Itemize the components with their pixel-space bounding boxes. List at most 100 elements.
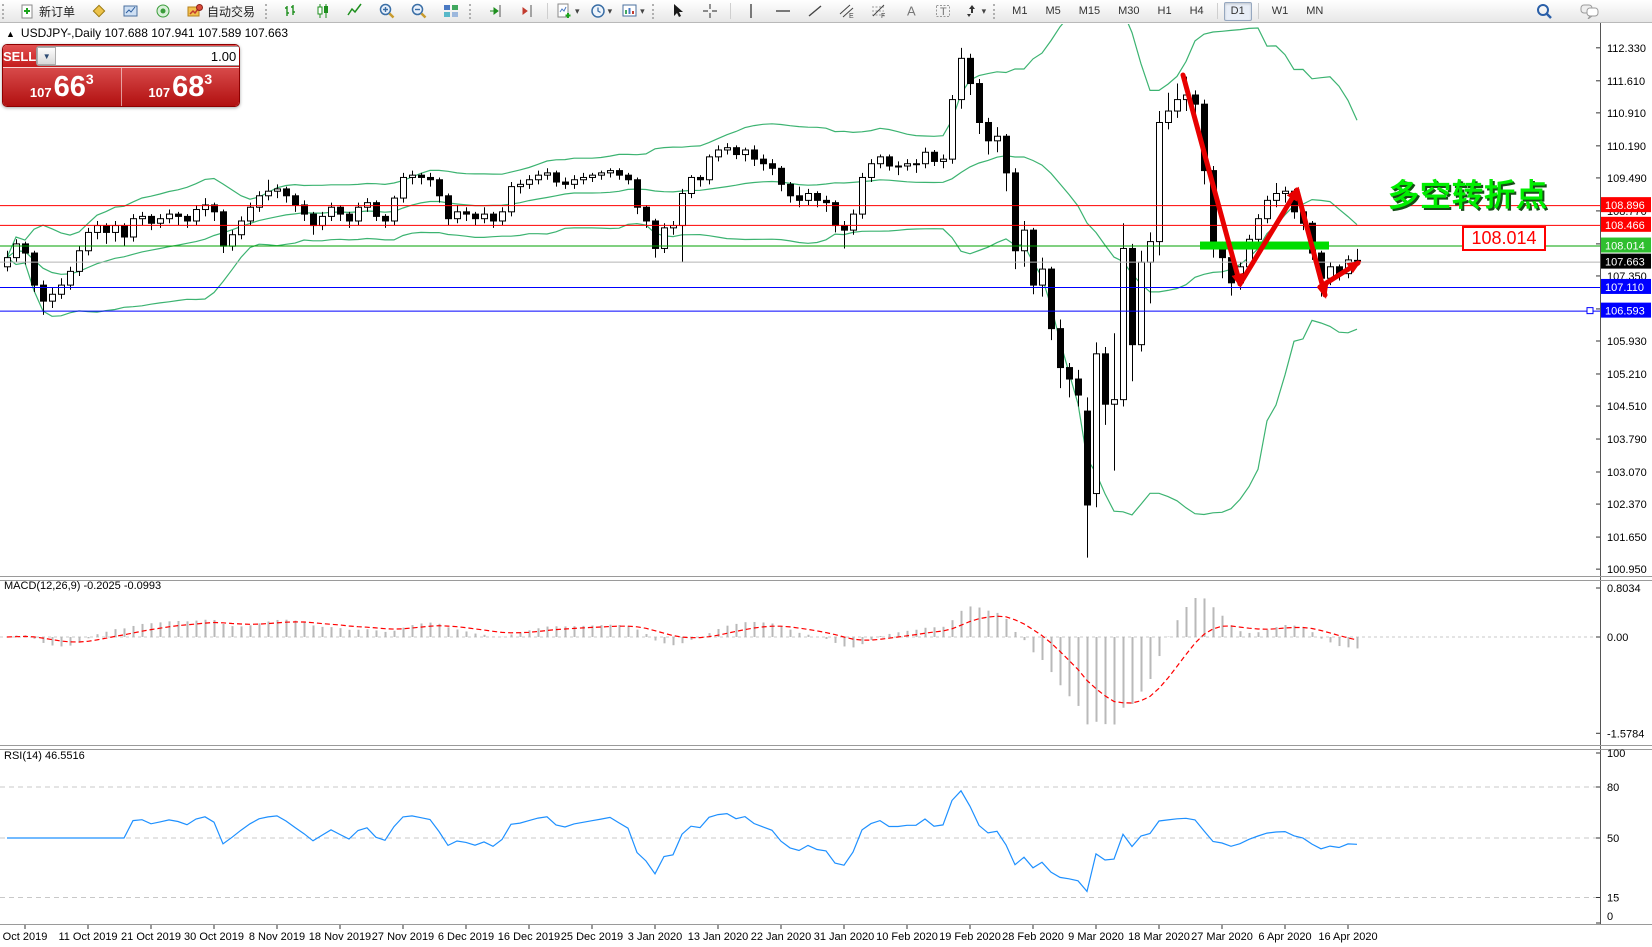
- sell-price-figure: 107: [30, 85, 52, 106]
- chart-shift-button[interactable]: [516, 1, 538, 21]
- spinner-down-icon: ▼: [43, 52, 51, 61]
- market-watch-button[interactable]: [88, 1, 110, 21]
- svg-text:103.070: 103.070: [1607, 467, 1647, 479]
- tf-d1-button[interactable]: D1: [1224, 2, 1252, 21]
- svg-text:111.610: 111.610: [1607, 76, 1645, 88]
- arrows-button[interactable]: ▾: [964, 1, 987, 21]
- tf-m15-button[interactable]: M15: [1072, 2, 1107, 21]
- svg-text:0: 0: [1607, 911, 1613, 923]
- svg-text:101.650: 101.650: [1607, 532, 1647, 544]
- chart-line-button[interactable]: [344, 1, 366, 21]
- buy-price-button[interactable]: 107 68 3: [121, 68, 240, 106]
- arrow-objects-icon: [964, 3, 980, 19]
- tf-m1-button[interactable]: M1: [1005, 2, 1034, 21]
- svg-text:107.663: 107.663: [1605, 257, 1645, 269]
- svg-text:108.896: 108.896: [1605, 200, 1645, 212]
- clock-icon: [590, 3, 606, 19]
- dropdown-caret-icon: ▾: [640, 6, 645, 17]
- auto-scroll-icon: [487, 3, 503, 19]
- vertical-line-button[interactable]: [740, 1, 762, 21]
- svg-text:21 Oct 2019: 21 Oct 2019: [121, 931, 181, 943]
- search-icon: [1536, 3, 1553, 20]
- autotrading-label: 自动交易: [207, 3, 255, 20]
- svg-text:28 Feb 2020: 28 Feb 2020: [1002, 931, 1064, 943]
- collapse-panel-icon[interactable]: ▲: [6, 29, 15, 39]
- text-button[interactable]: A: [900, 1, 922, 21]
- tf-w1-button[interactable]: W1: [1265, 2, 1296, 21]
- terminal-window: { "toolbar": { "new_order_label": "新订单",…: [0, 0, 1652, 947]
- toolbar-grip: [2, 4, 8, 19]
- svg-text:100.950: 100.950: [1607, 564, 1647, 576]
- price-callout-label: 108.014: [1462, 226, 1546, 251]
- chart-bars-button[interactable]: [280, 1, 302, 21]
- candlestick-icon: [315, 3, 331, 19]
- periods-button[interactable]: ▾: [590, 1, 613, 21]
- autotrading-button[interactable]: 自动交易: [184, 1, 258, 21]
- sell-button[interactable]: SELL: [3, 45, 36, 67]
- data-window-button[interactable]: [120, 1, 142, 21]
- svg-text:19 Feb 2020: 19 Feb 2020: [939, 931, 1001, 943]
- svg-text:15: 15: [1607, 893, 1619, 905]
- horizontal-line-icon: [775, 3, 791, 19]
- volume-decrease-button[interactable]: ▼: [37, 47, 56, 65]
- chat-button[interactable]: [1579, 1, 1601, 21]
- indicators-button[interactable]: ▾: [557, 1, 580, 21]
- chart-candles-button[interactable]: [312, 1, 334, 21]
- svg-text:105.930: 105.930: [1607, 336, 1647, 348]
- trendline-button[interactable]: [804, 1, 826, 21]
- new-order-icon: [20, 4, 35, 19]
- navigator-icon: [155, 3, 171, 19]
- market-watch-icon: [91, 3, 107, 19]
- svg-text:T: T: [940, 6, 947, 18]
- horizontal-line-button[interactable]: [772, 1, 794, 21]
- svg-text:80: 80: [1607, 782, 1619, 794]
- tile-windows-button[interactable]: [440, 1, 462, 21]
- toolbar-grip: [652, 4, 658, 19]
- svg-text:104.510: 104.510: [1607, 401, 1647, 413]
- text-label-button[interactable]: T: [932, 1, 954, 21]
- svg-text:27 Nov 2019: 27 Nov 2019: [372, 931, 434, 943]
- crosshair-button[interactable]: [699, 1, 721, 21]
- auto-scroll-button[interactable]: [484, 1, 506, 21]
- tf-h1-button[interactable]: H1: [1151, 2, 1179, 21]
- buy-price-pips: 68: [172, 69, 204, 105]
- svg-text:31 Jan 2020: 31 Jan 2020: [814, 931, 875, 943]
- text-icon: A: [903, 3, 919, 19]
- svg-text:50: 50: [1607, 833, 1619, 845]
- svg-text:22 Jan 2020: 22 Jan 2020: [751, 931, 812, 943]
- indicators-add-icon: [557, 3, 573, 19]
- cursor-button[interactable]: [667, 1, 689, 21]
- tile-windows-icon: [443, 3, 459, 19]
- svg-text:11 Oct 2019: 11 Oct 2019: [58, 931, 117, 943]
- navigator-button[interactable]: [152, 1, 174, 21]
- equidistant-channel-icon: E: [839, 3, 855, 19]
- svg-text:16 Apr 2020: 16 Apr 2020: [1318, 931, 1377, 943]
- svg-text:3 Jan 2020: 3 Jan 2020: [628, 931, 682, 943]
- fibonacci-button[interactable]: F: [868, 1, 890, 21]
- one-click-trading-panel: SELL ▼ ▲ BUY 107 66 3 107 68 3: [2, 44, 240, 107]
- vertical-line-icon: [743, 3, 759, 19]
- chart-canvas[interactable]: 112.330111.610110.910110.190109.490108.7…: [0, 0, 1652, 947]
- svg-text:E: E: [849, 13, 854, 19]
- sell-price-button[interactable]: 107 66 3: [3, 68, 121, 106]
- fibonacci-icon: F: [871, 3, 887, 19]
- new-order-button[interactable]: 新订单: [17, 1, 78, 21]
- tf-mn-button[interactable]: MN: [1299, 2, 1330, 21]
- svg-text:107.110: 107.110: [1605, 282, 1644, 294]
- zoom-in-button[interactable]: [376, 1, 398, 21]
- svg-text:18 Mar 2020: 18 Mar 2020: [1128, 931, 1190, 943]
- channel-button[interactable]: E: [836, 1, 858, 21]
- svg-text:A: A: [907, 4, 916, 19]
- svg-text:6 Dec 2019: 6 Dec 2019: [438, 931, 494, 943]
- tf-m30-button[interactable]: M30: [1111, 2, 1146, 21]
- zoom-out-button[interactable]: [408, 1, 430, 21]
- crosshair-icon: [702, 3, 718, 19]
- templates-button[interactable]: ▾: [622, 1, 645, 21]
- new-order-label: 新订单: [39, 3, 75, 20]
- tf-h4-button[interactable]: H4: [1183, 2, 1211, 21]
- search-button[interactable]: [1533, 1, 1555, 21]
- tf-m5-button[interactable]: M5: [1038, 2, 1067, 21]
- svg-text:16 Dec 2019: 16 Dec 2019: [498, 931, 560, 943]
- macd-indicator-label: MACD(12,26,9) -0.2025 -0.0993: [4, 580, 161, 592]
- volume-input[interactable]: [56, 47, 240, 65]
